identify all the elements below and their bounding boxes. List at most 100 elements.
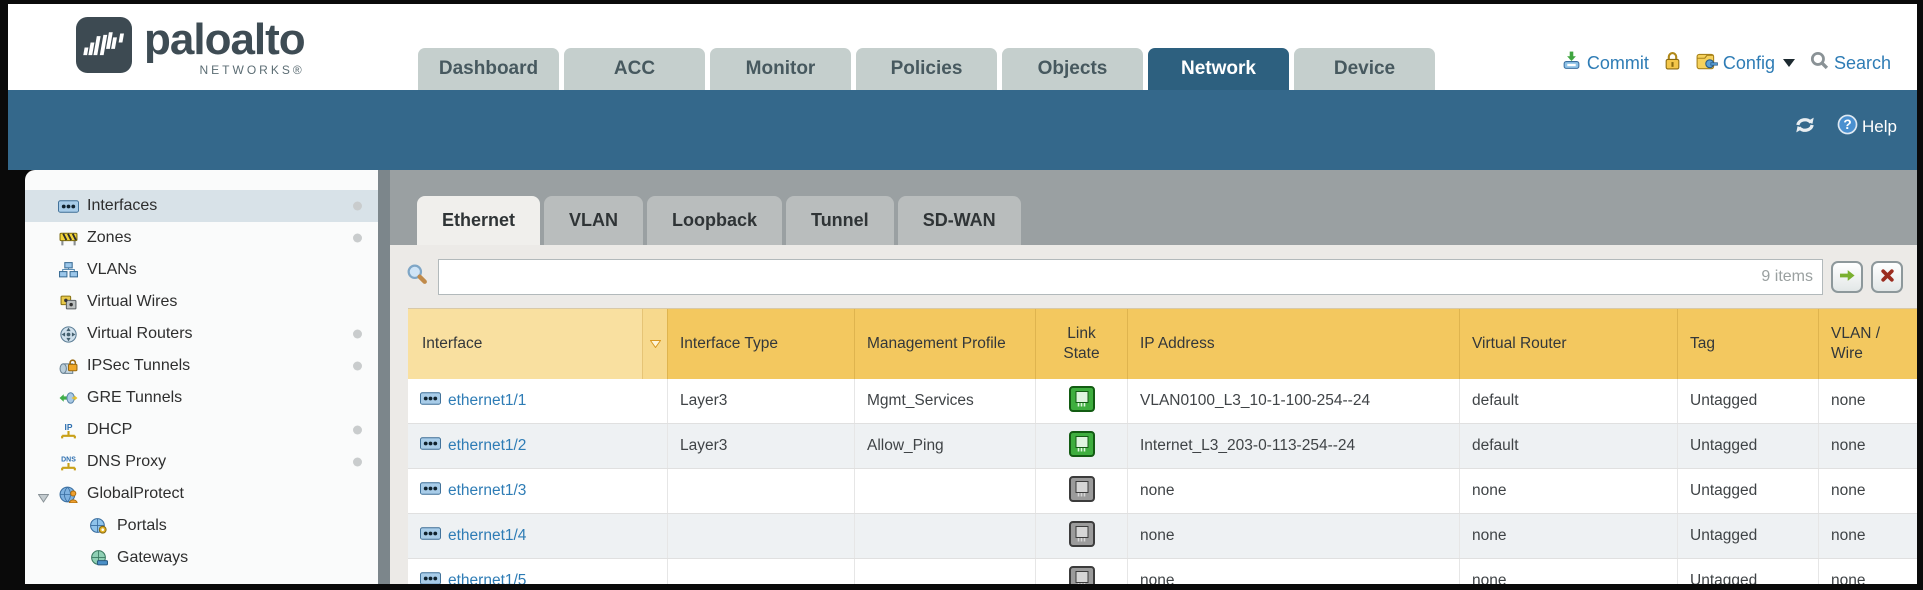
cell-ip: Internet_L3_203-0-113-254--24 <box>1128 424 1460 468</box>
sidebar-item-portals[interactable]: Portals <box>25 510 378 542</box>
interface-icon <box>420 437 441 455</box>
help-label: Help <box>1862 117 1897 137</box>
nav-tab-monitor[interactable]: Monitor <box>710 48 851 90</box>
item-menu-dot[interactable] <box>353 202 362 211</box>
item-menu-dot[interactable] <box>353 330 362 339</box>
filter-input[interactable] <box>438 259 1823 295</box>
nav-tab-objects[interactable]: Objects <box>1002 48 1143 90</box>
svg-text:?: ? <box>1843 117 1851 132</box>
subtab-vlan[interactable]: VLAN <box>544 196 643 245</box>
cell-interface: ethernet1/3 <box>408 469 668 513</box>
table-row: ethernet1/1Layer3Mgmt_ServicesVLAN0100_L… <box>408 379 1917 424</box>
sidebar-item-globalprotect[interactable]: GlobalProtect <box>25 478 378 510</box>
column-header-label: IP Address <box>1140 335 1215 353</box>
interface-link[interactable]: ethernet1/1 <box>448 392 526 410</box>
cell-type <box>668 514 855 558</box>
paloalto-logo: paloalto NETWORKS® <box>76 17 305 78</box>
sidebar-item-dhcp[interactable]: IPDHCP <box>25 414 378 446</box>
banner-actions: ? Help <box>1793 114 1897 140</box>
lock-icon <box>1664 51 1681 75</box>
gateways-icon <box>87 550 109 566</box>
column-header-tag[interactable]: Tag <box>1678 309 1819 379</box>
item-menu-dot[interactable] <box>353 234 362 243</box>
cell-text: default <box>1472 392 1519 410</box>
cell-link_state <box>1036 559 1128 584</box>
item-menu-dot[interactable] <box>353 458 362 467</box>
sidebar-item-vlans[interactable]: VLANs <box>25 254 378 286</box>
nav-tab-device[interactable]: Device <box>1294 48 1435 90</box>
cell-ip: none <box>1128 514 1460 558</box>
item-menu-dot[interactable] <box>353 362 362 371</box>
column-header-management-profile[interactable]: Management Profile <box>855 309 1036 379</box>
cell-text: Allow_Ping <box>867 437 944 455</box>
commit-icon <box>1561 50 1582 76</box>
nav-tab-policies[interactable]: Policies <box>856 48 997 90</box>
sort-dropdown-button[interactable] <box>642 309 667 379</box>
filter-search-icon <box>406 263 428 290</box>
cell-link_state <box>1036 469 1128 513</box>
main-panel: EthernetVLANLoopbackTunnelSD-WAN 9 items <box>390 170 1917 584</box>
sidebar-item-virtual-wires[interactable]: Virtual Wires <box>25 286 378 318</box>
subtab-ethernet[interactable]: Ethernet <box>417 196 540 245</box>
caret-down-icon <box>1783 59 1795 67</box>
nav-tab-acc[interactable]: ACC <box>564 48 705 90</box>
sidebar-item-ipsec-tunnels[interactable]: IPSec Tunnels <box>25 350 378 382</box>
column-header-label: Interface <box>422 335 482 353</box>
cell-mgmt_profile <box>855 559 1036 584</box>
sidebar-item-gre-tunnels[interactable]: GRE Tunnels <box>25 382 378 414</box>
nav-tab-dashboard[interactable]: Dashboard <box>418 48 559 90</box>
column-header-vlan-wire[interactable]: VLAN / Wire <box>1819 309 1917 379</box>
expander-icon[interactable] <box>38 490 49 508</box>
item-menu-dot[interactable] <box>353 426 362 435</box>
search-button[interactable]: Search <box>1810 51 1891 75</box>
items-count: 9 items <box>1761 268 1813 286</box>
portals-icon <box>87 518 109 534</box>
sidebar-item-label: Interfaces <box>87 197 157 215</box>
sidebar-item-virtual-routers[interactable]: Virtual Routers <box>25 318 378 350</box>
subtab-tunnel[interactable]: Tunnel <box>786 196 894 245</box>
help-button[interactable]: ? Help <box>1837 114 1897 140</box>
refresh-icon[interactable] <box>1793 115 1817 140</box>
filter-field: 9 items <box>438 259 1823 295</box>
commit-label: Commit <box>1587 53 1649 74</box>
interface-link[interactable]: ethernet1/3 <box>448 482 526 500</box>
work-area: 9 items Interface Interface Type Managemen… <box>390 245 1917 584</box>
subtab-sd-wan[interactable]: SD-WAN <box>898 196 1021 245</box>
nav-tab-network[interactable]: Network <box>1148 48 1289 90</box>
interface-link[interactable]: ethernet1/4 <box>448 527 526 545</box>
sidebar-item-label: GRE Tunnels <box>87 389 182 407</box>
top-actions: Commit Config <box>1561 50 1891 76</box>
sidebar-item-dns-proxy[interactable]: DNSDNS Proxy <box>25 446 378 478</box>
column-header-interface[interactable]: Interface <box>408 309 668 379</box>
commit-button[interactable]: Commit <box>1561 50 1649 76</box>
subtab-loopback[interactable]: Loopback <box>647 196 782 245</box>
column-header-interface-type[interactable]: Interface Type <box>668 309 855 379</box>
content-region: InterfacesZonesVLANsVirtual WiresVirtual… <box>8 170 1917 584</box>
brand-name: paloalto <box>144 17 305 63</box>
link-state-down-icon <box>1069 521 1095 552</box>
gre-tunnels-icon <box>57 391 79 405</box>
cell-text: Untagged <box>1690 392 1757 410</box>
column-header-label: Interface Type <box>680 335 778 353</box>
brand-wordmark: paloalto NETWORKS® <box>144 17 305 77</box>
interface-link[interactable]: ethernet1/5 <box>448 572 526 584</box>
column-header-link-state[interactable]: Link State <box>1036 309 1128 379</box>
cell-vlan_wire: none <box>1819 514 1917 558</box>
clear-filter-button[interactable] <box>1871 261 1903 293</box>
sidebar-item-zones[interactable]: Zones <box>25 222 378 254</box>
sidebar-item-interfaces[interactable]: Interfaces <box>25 190 378 222</box>
config-menu[interactable]: Config <box>1696 51 1795 76</box>
lock-button[interactable] <box>1664 51 1681 75</box>
sidebar-item-label: DHCP <box>87 421 132 439</box>
column-header-ip-address[interactable]: IP Address <box>1128 309 1460 379</box>
cell-text: none <box>1831 392 1865 410</box>
column-header-virtual-router[interactable]: Virtual Router <box>1460 309 1678 379</box>
cell-text: Internet_L3_203-0-113-254--24 <box>1140 437 1355 455</box>
clear-x-icon <box>1881 269 1894 285</box>
sort-dropdown-icon <box>650 335 661 353</box>
sidebar-divider <box>378 170 390 584</box>
apply-filter-button[interactable] <box>1831 261 1863 293</box>
sidebar-item-gateways[interactable]: Gateways <box>25 542 378 574</box>
link-state-up-icon <box>1069 431 1095 462</box>
interface-link[interactable]: ethernet1/2 <box>448 437 526 455</box>
